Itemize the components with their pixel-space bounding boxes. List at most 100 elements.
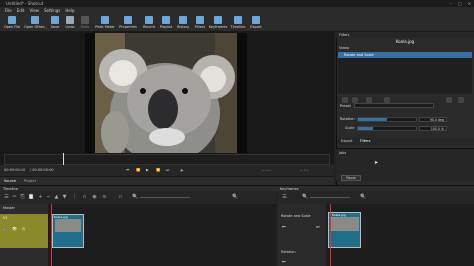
open-other-icon [31,16,39,24]
lock-icon[interactable]: 🔒 [21,226,26,231]
scrub-bar[interactable] [4,154,330,165]
keyframes-playhead[interactable] [330,204,331,266]
menu-icon[interactable]: ☰ [4,195,9,200]
rotation-value[interactable]: 90.0 deg [419,117,447,122]
overwrite-icon[interactable]: ▼ [62,195,67,200]
scale-slider-fill [358,127,373,130]
jobs-panel: Jobs ➤ Pause [336,148,474,181]
volume-icon[interactable]: 🔈 [180,168,184,172]
kf-row-rotation: Rotation [281,250,296,254]
filter-tabs: Export Filters [338,138,474,145]
open-file-button[interactable]: Open File [1,15,23,31]
title-bar: Untitled* - Shotcut [0,0,474,7]
move-down-icon[interactable] [458,97,464,103]
kf-prev-icon[interactable]: ⏮ [282,224,286,229]
in-point-display: -- : -- [262,168,271,172]
kf-zoom-in-icon[interactable]: 🔍 [360,195,366,200]
scale-value[interactable]: 100.0 % [419,126,447,131]
add-filter-icon[interactable] [342,97,348,103]
zoom-out-icon[interactable]: 🔍 [132,195,138,200]
kf-row-filter: Rotate and Scale [281,214,311,218]
properties-icon [124,16,132,24]
mute-icon[interactable]: 🔈 [3,226,8,231]
skip-start-icon[interactable]: ⏮ [126,168,129,172]
menu-bar: File Edit View Settings Help [0,7,474,14]
ripple-icon[interactable]: ≋ [102,195,107,200]
scale-slider[interactable] [357,126,417,131]
rotation-label: Rotation [340,117,355,121]
menu-view[interactable]: View [29,7,39,14]
zoom-slider[interactable] [140,197,190,198]
rotation-slider-fill [358,118,387,121]
kf-menu-icon[interactable]: ☰ [282,195,287,200]
properties-button[interactable]: Properties [117,15,139,31]
tab-project[interactable]: Project [24,179,36,183]
timeline-clip[interactable]: Koala.jpg [52,214,84,248]
filter-list[interactable] [338,58,472,94]
paste-icon[interactable]: 📋 [28,195,34,200]
redo-button[interactable]: Redo [74,15,96,31]
pause-button[interactable]: Pause [341,175,361,181]
track-header-v1[interactable]: V1 🔈 👁 🔒 [0,214,48,248]
video-preview [85,33,247,163]
keyframes-headers: Rotate and Scale ⏮ ⏭ Rotation ⏮ [278,204,326,266]
scrub-icon[interactable]: ◉ [92,195,97,200]
remove-icon[interactable]: − [46,195,51,200]
play-icon[interactable]: ▶ [146,168,149,172]
folder-icon [8,16,16,24]
current-timecode[interactable]: 00:00:00:10 [4,168,25,172]
master-label: Master [3,206,15,210]
magnet-icon[interactable]: ∩ [118,195,123,200]
copy-icon[interactable]: ⎘ [20,195,25,200]
scale-row: Scale 100.0 % [339,126,471,132]
minimize-button[interactable]: – [450,1,452,6]
zoom-in-icon[interactable]: 🔍 [232,195,238,200]
menu-settings[interactable]: Settings [44,7,60,14]
preset-select[interactable] [354,103,434,108]
append-icon[interactable]: + [38,195,43,200]
undo-icon [66,16,74,24]
snap-icon[interactable]: ∩ [82,195,87,200]
lift-icon[interactable]: ▲ [54,195,59,200]
tab-export[interactable]: Export [341,139,352,143]
keyframes-button[interactable]: Keyframes [207,15,229,31]
timeline-playhead[interactable] [51,204,52,266]
keyframes-toolbar: ☰ 🔍 🔍 [278,191,474,204]
rotation-slider[interactable] [357,117,417,122]
open-other-button[interactable]: Open Other... [24,15,47,31]
rewind-icon[interactable]: ⏪ [136,168,140,172]
keyframes-icon [214,16,222,24]
menu-file[interactable]: File [5,7,12,14]
tab-filters[interactable]: Filters [360,139,371,143]
cut-icon[interactable]: ✂ [12,195,17,200]
peak-meter-button[interactable]: Peak Meter [94,15,116,31]
kf-zoom-out-icon[interactable]: 🔍 [302,195,308,200]
split-icon[interactable]: ⋮ [72,195,77,200]
kf-zoom-slider[interactable] [310,197,350,198]
history-icon [179,16,187,24]
skip-end-icon[interactable]: ⏭ [166,168,169,172]
hide-icon[interactable]: 👁 [12,226,17,231]
maximize-button[interactable]: □ [458,1,462,6]
clip-thumbnail [55,219,81,232]
video-section-label: Video [339,46,349,50]
main-toolbar: Open File Open Other... Save Undo Redo P… [0,14,474,32]
move-up-icon[interactable] [446,97,452,103]
rotation-row: Rotation 90.0 deg [339,117,471,123]
tab-source[interactable]: Source [4,179,16,183]
keyframe-clip[interactable]: Koala.jpg [328,212,361,248]
export-button[interactable]: Export [245,15,267,31]
window-controls: – □ ✕ [450,1,471,6]
menu-help[interactable]: Help [65,7,74,14]
redo-icon [81,16,89,24]
kf-next-icon[interactable]: ⏭ [316,224,320,229]
total-timecode: / 00:00:00:00 [30,168,54,172]
out-point-display: -- : -- [300,168,309,172]
kf-rotation-prev-icon[interactable]: ⏮ [282,259,286,264]
save-icon [51,16,59,24]
forward-icon[interactable]: ⏩ [156,168,160,172]
close-button[interactable]: ✕ [468,1,471,6]
jobs-title: Jobs [339,151,347,155]
clip-name: Koala.jpg [395,39,415,44]
menu-edit[interactable]: Edit [17,7,25,14]
